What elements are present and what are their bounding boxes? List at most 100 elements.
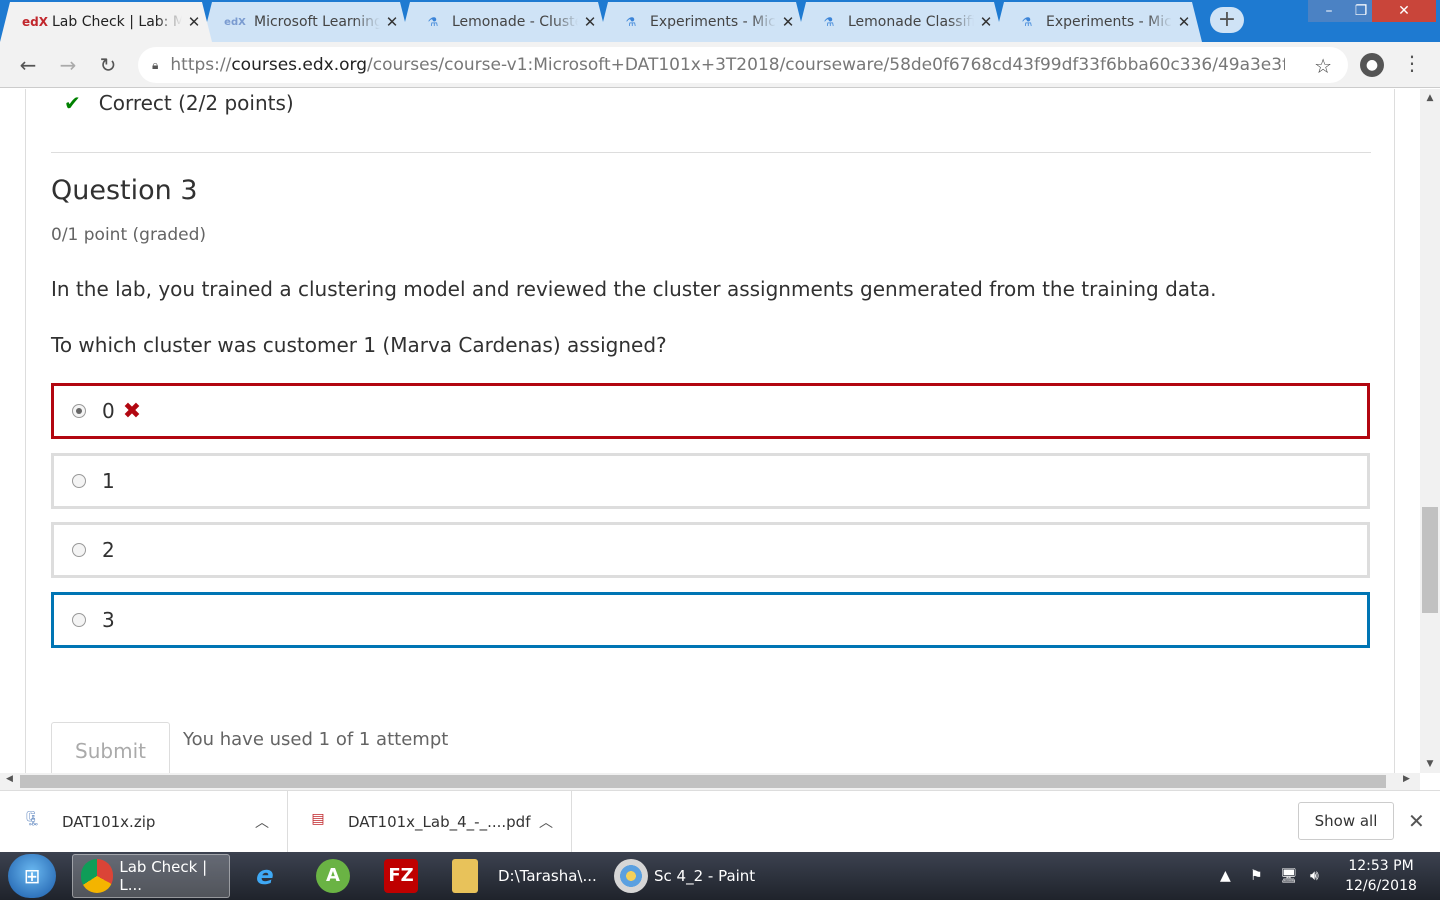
lock-icon: 🔒︎ <box>152 57 159 72</box>
download-item[interactable]: ▤ DAT101x_Lab_4_-_....pdf ︿ <box>288 791 572 853</box>
radio-button[interactable] <box>72 613 86 627</box>
result-text: Correct (2/2 points) <box>98 91 294 115</box>
taskbar-filezilla[interactable]: FZ <box>376 854 436 898</box>
option-label: 1 <box>102 469 115 493</box>
network-icon[interactable]: 🖥︎ <box>1280 852 1298 900</box>
more-menu-icon[interactable]: ⋮ <box>1402 51 1422 75</box>
close-icon[interactable]: ✕ <box>978 13 994 31</box>
chevron-up-icon[interactable]: ︿ <box>539 812 553 832</box>
scroll-up-arrow-icon[interactable]: ▲ <box>1420 93 1440 103</box>
tab-title: Lemonade - Cluste <box>452 14 578 30</box>
address-bar[interactable]: 🔒︎ https://courses.edx.org/courses/cours… <box>138 47 1348 83</box>
radio-button[interactable] <box>72 474 86 488</box>
taskbar-explorer[interactable]: D:\Tarasha\... <box>444 854 602 898</box>
radio-button[interactable] <box>72 404 86 418</box>
clock-date: 12/6/2018 <box>1345 878 1417 894</box>
url-text[interactable]: https://courses.edx.org/courses/course-v… <box>170 55 1285 75</box>
android-studio-icon: A <box>316 859 350 893</box>
previous-result: ✔ Correct (2/2 points) <box>64 91 294 115</box>
close-icon[interactable]: ✕ <box>1408 809 1425 833</box>
tab-experiments-1[interactable]: ⚗ Experiments - Micr ✕ <box>598 2 806 42</box>
tab-lab-check[interactable]: edX Lab Check | Lab: M ✕ <box>0 2 212 42</box>
option-label: 3 <box>102 608 115 632</box>
taskbar-android-studio[interactable]: A <box>308 854 368 898</box>
tab-microsoft-learning[interactable]: edX Microsoft Learning ✕ <box>202 2 410 42</box>
close-icon[interactable]: ✕ <box>384 13 400 31</box>
question-text: In the lab, you trained a clustering mod… <box>51 277 1217 301</box>
reload-icon[interactable]: ↻ <box>95 52 121 78</box>
show-hidden-icons-icon[interactable]: ▲ <box>1220 852 1231 900</box>
scroll-down-arrow-icon[interactable]: ▼ <box>1420 759 1440 769</box>
pdf-icon: ▤ <box>311 811 325 827</box>
option-label: 0 <box>102 399 115 423</box>
horizontal-scrollbar[interactable]: ◀ ▶ <box>0 773 1420 790</box>
edx-favicon-icon: edX <box>224 16 246 28</box>
radio-button[interactable] <box>72 543 86 557</box>
download-item[interactable]: 🗜︎ DAT101x.zip ︿ <box>0 791 288 853</box>
chevron-up-icon[interactable]: ︿ <box>255 812 269 832</box>
folder-icon <box>452 859 478 893</box>
edx-favicon-icon: edX <box>22 15 48 29</box>
show-all-button[interactable]: Show all <box>1298 802 1394 840</box>
clock[interactable]: 12:53 PM 12/6/2018 <box>1340 856 1422 896</box>
download-bar: 🗜︎ DAT101x.zip ︿ ▤ DAT101x_Lab_4_-_....p… <box>0 790 1440 853</box>
taskbar-label: Sc 4_2 - Paint <box>654 867 756 885</box>
window-close-button[interactable]: ✕ <box>1372 0 1436 22</box>
question-prompt: To which cluster was customer 1 (Marva C… <box>51 333 667 357</box>
close-icon[interactable]: ✕ <box>582 13 598 31</box>
account-icon[interactable]: ● <box>1360 53 1384 77</box>
scroll-right-arrow-icon[interactable]: ▶ <box>1403 774 1410 784</box>
tab-strip: edX Lab Check | Lab: M ✕ edX Microsoft L… <box>0 0 1440 42</box>
tab-title: Experiments - Micr <box>1046 14 1172 30</box>
tab-lemonade-cluster[interactable]: ⚗ Lemonade - Cluste ✕ <box>400 2 608 42</box>
option-3[interactable]: 3 <box>51 592 1370 648</box>
option-2[interactable]: 2 <box>51 522 1370 578</box>
close-icon[interactable]: ✕ <box>780 13 796 31</box>
taskbar-label: Lab Check | L... <box>119 858 208 894</box>
option-1[interactable]: 1 <box>51 453 1370 509</box>
flask-icon: ⚗ <box>625 15 637 29</box>
question-title: Question 3 <box>51 175 198 206</box>
volume-icon[interactable]: 🔊︎ <box>1310 852 1319 900</box>
checkmark-icon: ✔ <box>64 91 81 115</box>
tab-title: Microsoft Learning <box>254 14 380 30</box>
ie-icon: e <box>256 861 274 891</box>
download-filename: DAT101x.zip <box>62 813 156 831</box>
page-viewport: ✔ Correct (2/2 points) Question 3 0/1 po… <box>0 89 1420 773</box>
close-icon[interactable]: ✕ <box>1176 13 1192 31</box>
option-label: 2 <box>102 538 115 562</box>
taskbar-paint[interactable]: Sc 4_2 - Paint <box>606 854 764 898</box>
start-button[interactable]: ⊞ <box>8 854 56 898</box>
bookmark-star-icon[interactable]: ☆ <box>1314 54 1332 78</box>
back-arrow-icon[interactable]: ← <box>15 52 41 78</box>
tab-experiments-2[interactable]: ⚗ Experiments - Micr ✕ <box>994 2 1202 42</box>
download-filename: DAT101x_Lab_4_-_....pdf <box>348 813 531 831</box>
taskbar-ie[interactable]: e <box>240 854 300 898</box>
zip-icon: 🗜︎ <box>23 811 41 827</box>
scrollbar-thumb[interactable] <box>20 775 1386 788</box>
tab-lemonade-classifier[interactable]: ⚗ Lemonade Classifi ✕ <box>796 2 1004 42</box>
tab-title: Lab Check | Lab: M <box>52 14 182 30</box>
option-0[interactable]: 0 ✖ <box>51 383 1370 439</box>
divider <box>51 152 1371 153</box>
forward-arrow-icon[interactable]: → <box>55 52 81 78</box>
new-tab-button[interactable]: + <box>1210 7 1244 33</box>
attempts-text: You have used 1 of 1 attempt <box>183 729 449 750</box>
scroll-left-arrow-icon[interactable]: ◀ <box>6 774 13 784</box>
action-center-flag-icon[interactable]: ⚑ <box>1250 852 1263 900</box>
chrome-icon <box>81 859 114 893</box>
close-icon[interactable]: ✕ <box>186 13 202 31</box>
clock-time: 12:53 PM <box>1348 858 1414 874</box>
taskbar-chrome[interactable]: Lab Check | L... <box>72 854 230 898</box>
scrollbar-thumb[interactable] <box>1422 507 1438 613</box>
filezilla-icon: FZ <box>384 859 418 893</box>
submit-button[interactable]: Submit <box>51 722 170 773</box>
tab-title: Lemonade Classifi <box>848 14 974 30</box>
vertical-scrollbar[interactable]: ▲ ▼ <box>1420 89 1440 773</box>
incorrect-x-icon: ✖ <box>122 398 142 424</box>
flask-icon: ⚗ <box>823 15 835 29</box>
flask-icon: ⚗ <box>427 15 439 29</box>
windows-taskbar: ⊞ Lab Check | L... e A FZ D:\Tarasha\...… <box>0 852 1440 900</box>
taskbar-label: D:\Tarasha\... <box>498 867 597 885</box>
paint-icon <box>614 859 648 893</box>
